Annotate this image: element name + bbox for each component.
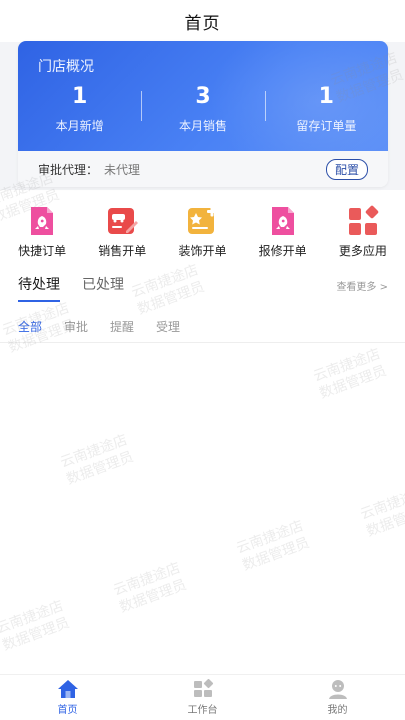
star-plus-icon bbox=[188, 206, 218, 234]
store-overview-title: 门店概况 bbox=[38, 59, 94, 75]
subtab-all[interactable]: 全部 bbox=[18, 318, 42, 335]
stats-row: 1 本月新增 3 本月销售 1 留存订单量 bbox=[18, 85, 388, 134]
stat-label: 本月新增 bbox=[55, 119, 104, 133]
tab-bar-profile[interactable]: 我的 bbox=[270, 675, 405, 720]
page-title: 首页 bbox=[184, 13, 221, 34]
approval-proxy-row: 审批代理： 未代理 配置 bbox=[18, 151, 388, 187]
stat-monthly-new[interactable]: 1 本月新增 bbox=[18, 85, 141, 134]
menu-label: 销售开单 bbox=[98, 244, 147, 258]
menu-item-decoration-order[interactable]: 装饰开单 bbox=[163, 205, 241, 265]
tab-bar-home[interactable]: 首页 bbox=[0, 675, 135, 720]
quick-menu: 快捷订单 销售开单 装饰开单 报修开单 更多应用 bbox=[0, 205, 405, 265]
bottom-tab-bar: 首页 工作台 我的 bbox=[0, 674, 405, 720]
subtab-accept[interactable]: 受理 bbox=[156, 318, 180, 335]
stat-value: 3 bbox=[195, 84, 211, 109]
menu-label: 报修开单 bbox=[258, 244, 307, 258]
watermark: 云南捷途店数据管理员 bbox=[58, 432, 136, 488]
subtab-reminder[interactable]: 提醒 bbox=[110, 318, 134, 335]
menu-item-sales-order[interactable]: 销售开单 bbox=[83, 205, 161, 265]
stat-divider bbox=[264, 91, 266, 121]
menu-item-more-apps[interactable]: 更多应用 bbox=[324, 205, 402, 265]
rocket-document-icon bbox=[271, 207, 294, 235]
approval-proxy-label: 审批代理： bbox=[38, 162, 99, 177]
workbench-icon bbox=[193, 679, 213, 697]
home-icon bbox=[57, 680, 78, 698]
watermark: 云南捷途店数据管理员 bbox=[358, 484, 405, 540]
subtab-approval[interactable]: 审批 bbox=[64, 318, 88, 335]
watermark: 云南捷途店数据管理员 bbox=[0, 598, 72, 654]
navigation-bar: 首页 bbox=[0, 0, 405, 42]
watermark: 云南捷途店数据管理员 bbox=[234, 518, 312, 574]
rocket-document-icon bbox=[31, 207, 54, 235]
stat-value: 1 bbox=[318, 84, 334, 109]
tab-pending[interactable]: 待处理 bbox=[18, 274, 60, 302]
menu-label: 更多应用 bbox=[338, 244, 387, 258]
store-overview-card: 门店概况 1 本月新增 3 本月销售 1 留存订单量 审批代理： 未代理 配置 bbox=[18, 41, 388, 187]
menu-item-quick-order[interactable]: 快捷订单 bbox=[3, 205, 81, 265]
stat-label: 本月销售 bbox=[178, 119, 227, 133]
stat-retained-orders[interactable]: 1 留存订单量 bbox=[264, 84, 388, 134]
watermark: 云南捷途店数据管理员 bbox=[311, 346, 389, 402]
stat-label: 留存订单量 bbox=[296, 119, 357, 133]
task-filter-tabs: 全部 审批 提醒 受理 bbox=[18, 318, 202, 335]
tab-bar-workbench[interactable]: 工作台 bbox=[135, 675, 270, 720]
menu-item-repair-order[interactable]: 报修开单 bbox=[244, 205, 322, 265]
tab-bar-label: 首页 bbox=[57, 705, 78, 716]
profile-icon bbox=[328, 680, 347, 699]
car-edit-icon bbox=[108, 208, 139, 234]
config-button[interactable]: 配置 bbox=[325, 158, 368, 180]
tab-bar-label: 工作台 bbox=[187, 705, 218, 716]
view-more-link[interactable]: 查看更多 > bbox=[336, 278, 388, 293]
grid-apps-icon bbox=[348, 205, 379, 235]
menu-label: 快捷订单 bbox=[18, 244, 67, 258]
store-overview-panel: 门店概况 1 本月新增 3 本月销售 1 留存订单量 bbox=[18, 41, 388, 151]
stat-monthly-sales[interactable]: 3 本月销售 bbox=[141, 85, 264, 134]
approval-proxy-value: 未代理 bbox=[104, 162, 141, 177]
stat-divider bbox=[141, 91, 143, 121]
stat-value: 1 bbox=[72, 84, 88, 109]
watermark: 云南捷途店数据管理员 bbox=[111, 560, 189, 616]
tab-bar-label: 我的 bbox=[327, 705, 348, 716]
tab-processed[interactable]: 已处理 bbox=[82, 274, 124, 294]
content-divider bbox=[0, 342, 405, 343]
menu-label: 装饰开单 bbox=[178, 244, 227, 258]
